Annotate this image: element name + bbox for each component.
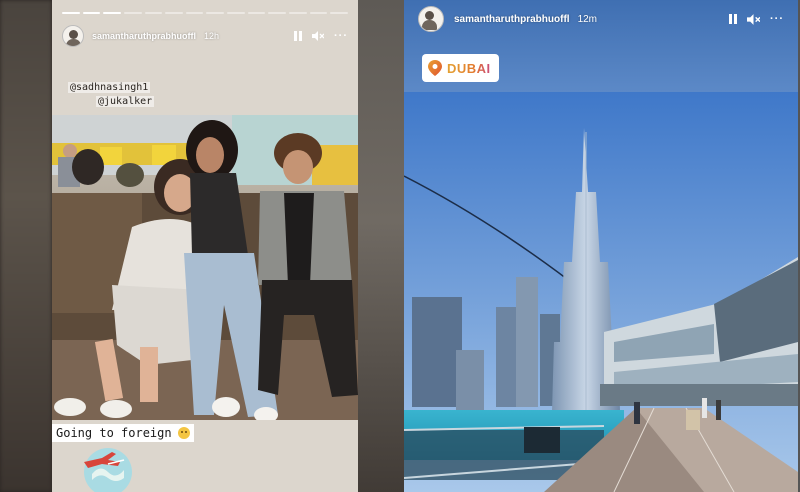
- avatar[interactable]: [418, 6, 444, 32]
- story-header: samantharuthprabhuoffl 12h ···: [62, 24, 348, 48]
- more-icon[interactable]: ···: [770, 14, 784, 25]
- progress-segment: [289, 12, 307, 14]
- story-photo-group: [52, 115, 358, 420]
- story-photo-burj-khalifa: [404, 92, 798, 492]
- progress-segment: [330, 12, 348, 14]
- location-sticker[interactable]: DUBAI: [422, 54, 499, 82]
- airplane-globe-icon: [78, 444, 138, 492]
- pause-icon[interactable]: [294, 31, 302, 41]
- progress-segment: [206, 12, 225, 14]
- mute-icon[interactable]: [312, 31, 324, 41]
- pause-icon[interactable]: [729, 14, 737, 24]
- story-panel-dubai[interactable]: samantharuthprabhuoffl 12m ··· DUBAI: [404, 0, 798, 492]
- mention-tag[interactable]: @jukalker: [96, 96, 155, 107]
- caption-text: Going to foreign: [56, 426, 172, 440]
- location-pin-icon: [428, 60, 442, 76]
- username[interactable]: samantharuthprabhuoffl: [454, 14, 570, 25]
- avatar[interactable]: [62, 25, 84, 47]
- story-panel-friends[interactable]: samantharuthprabhuoffl 12h ··· @sadhnasi…: [52, 0, 358, 492]
- story-caption: Going to foreign: [52, 424, 194, 442]
- progress-segment: [103, 12, 121, 14]
- progress-segment: [268, 12, 287, 14]
- mention-tag[interactable]: @sadhnasingh1: [68, 82, 151, 93]
- smile-emoji-icon: [177, 427, 190, 439]
- progress-segment: [247, 12, 266, 14]
- progress-segment: [62, 12, 80, 14]
- progress-segment: [227, 12, 245, 14]
- blurred-background-left: [0, 0, 52, 492]
- more-icon[interactable]: ···: [334, 31, 348, 42]
- progress-segment: [185, 12, 204, 14]
- progress-segment: [144, 12, 163, 14]
- post-time: 12h: [204, 31, 220, 41]
- location-label: DUBAI: [447, 60, 491, 76]
- blurred-background-middle: [358, 0, 404, 492]
- progress-segment: [82, 12, 101, 14]
- progress-segment: [309, 12, 328, 14]
- story-header: samantharuthprabhuoffl 12m ···: [418, 6, 784, 32]
- story-progress-bar: [62, 12, 348, 15]
- progress-segment: [165, 12, 183, 14]
- username[interactable]: samantharuthprabhuoffl: [92, 31, 196, 41]
- progress-segment: [123, 12, 142, 14]
- mute-icon[interactable]: [747, 13, 760, 25]
- post-time: 12m: [577, 13, 598, 25]
